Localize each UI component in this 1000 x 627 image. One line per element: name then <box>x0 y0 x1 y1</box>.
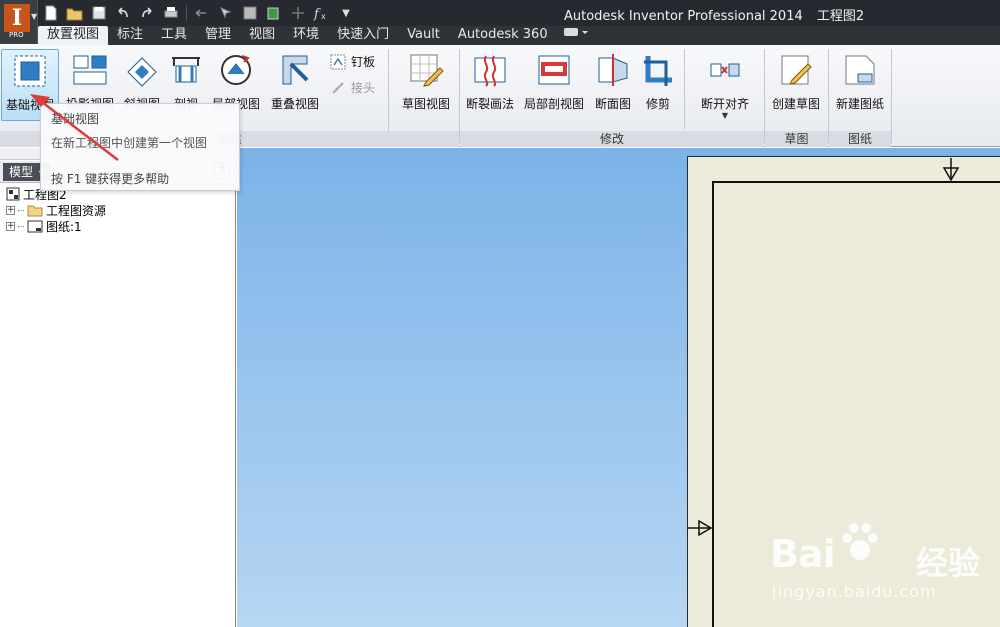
watermark-cn: 经验 <box>916 544 981 582</box>
watermark-url: jingyan.baidu.com <box>772 582 937 601</box>
watermark-brand: Bai <box>770 532 836 576</box>
arrow-shaft <box>41 101 119 161</box>
baidu-watermark: Bai 经验 jingyan.baidu.com <box>770 520 990 610</box>
paw-logo-icon <box>842 523 878 560</box>
